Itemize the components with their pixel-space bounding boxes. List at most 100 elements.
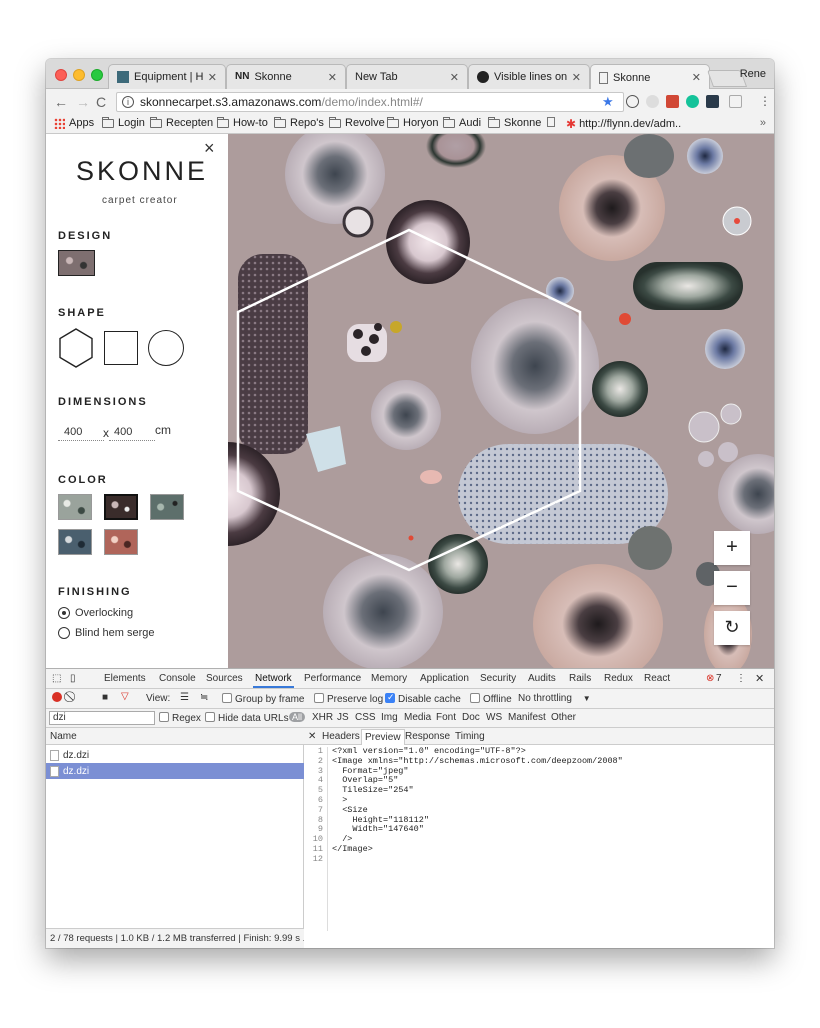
devtools-tab-memory[interactable]: Memory [371, 673, 407, 684]
zoom-window-button[interactable] [91, 69, 103, 81]
design-thumbnail[interactable] [58, 250, 95, 276]
bookmarks-overflow-icon[interactable]: » [760, 117, 766, 129]
reload-icon[interactable]: C [96, 94, 106, 110]
width-input[interactable]: 400 [64, 426, 82, 438]
cast-icon[interactable] [729, 95, 742, 108]
record-icon[interactable] [52, 692, 62, 702]
bookmark-skonne[interactable]: Skonne [488, 116, 541, 129]
tab-github[interactable]: Visible lines on Fir ✕ [468, 64, 590, 89]
devtools-tab-performance[interactable]: Performance [304, 673, 361, 684]
reset-view-button[interactable]: ↻ [714, 611, 750, 645]
info-icon[interactable]: i [122, 96, 134, 108]
devtools-tab-console[interactable]: Console [159, 673, 196, 684]
devtools-menu-icon[interactable]: ⋮ [736, 673, 746, 684]
type-manifest[interactable]: Manifest [508, 712, 546, 723]
request-row[interactable]: dz.dzi [46, 747, 304, 763]
regex-option[interactable]: Regex [159, 712, 201, 724]
color-swatch-terracotta[interactable] [104, 529, 138, 555]
devtools-tab-rails[interactable]: Rails [569, 673, 591, 684]
type-font[interactable]: Font [436, 712, 456, 723]
request-row-selected[interactable]: dz.dzi [46, 763, 304, 779]
detail-tab-headers[interactable]: Headers [322, 731, 360, 742]
type-css[interactable]: CSS [355, 712, 376, 723]
minimize-window-button[interactable] [73, 69, 85, 81]
color-swatch-blue[interactable] [58, 529, 92, 555]
overlocking-radio[interactable] [58, 607, 70, 619]
blind-hem-radio[interactable] [58, 627, 70, 639]
devtools-tab-react[interactable]: React [644, 673, 670, 684]
tab-skonne-active[interactable]: Skonne ✕ [590, 64, 710, 90]
address-bar[interactable]: i skonnecarpet.s3.amazonaws.com/demo/ind… [116, 92, 624, 112]
forward-arrow-icon[interactable]: → [76, 94, 90, 110]
bookmark-login[interactable]: Login [102, 116, 145, 129]
square-shape-option[interactable] [104, 331, 138, 365]
circle-shape-option[interactable] [148, 330, 184, 366]
tab-skonne-1[interactable]: NN Skonne ✕ [226, 64, 346, 89]
close-icon[interactable]: ✕ [572, 71, 581, 84]
waterfall-icon[interactable]: ≒ [200, 692, 208, 703]
error-icon[interactable]: ⊗ [706, 673, 714, 684]
close-detail-icon[interactable]: ✕ [308, 731, 316, 742]
bookmark-page[interactable] [547, 117, 555, 127]
devtools-tab-elements[interactable]: Elements [104, 673, 146, 684]
bookmark-horyon[interactable]: Horyon [387, 116, 438, 129]
type-other[interactable]: Other [551, 712, 576, 723]
bookmark-how-to[interactable]: How-to [217, 116, 268, 129]
device-toolbar-icon[interactable]: ▯ [70, 673, 76, 684]
hexagon-shape-option[interactable] [58, 328, 94, 368]
bookmark-apps[interactable]: Apps [54, 117, 94, 129]
bookmark-star-icon[interactable]: ★ [602, 94, 614, 110]
screenshot-camera-icon[interactable]: ■ [102, 692, 108, 703]
close-icon[interactable]: ✕ [328, 71, 337, 84]
close-icon[interactable]: ✕ [692, 71, 701, 84]
type-js[interactable]: JS [337, 712, 349, 723]
tab-equipment[interactable]: Equipment | Horyo ✕ [108, 64, 226, 89]
checkbox[interactable] [470, 693, 480, 703]
close-devtools-icon[interactable]: ✕ [755, 672, 764, 685]
menu-icon[interactable]: ⋮ [759, 94, 771, 108]
close-icon[interactable]: ✕ [450, 71, 459, 84]
filter-icon[interactable]: ▽ [121, 691, 129, 702]
detail-tab-timing[interactable]: Timing [455, 731, 485, 742]
devtools-tab-security[interactable]: Security [480, 673, 516, 684]
checkbox-checked[interactable] [385, 692, 395, 703]
overlocking-label[interactable]: Overlocking [75, 607, 133, 619]
color-swatch-dark-selected[interactable] [104, 494, 138, 520]
error-count[interactable]: 7 [716, 673, 722, 684]
type-img[interactable]: Img [381, 712, 398, 723]
extension-icon[interactable] [666, 95, 679, 108]
blind-hem-label[interactable]: Blind hem serge [75, 627, 155, 639]
checkbox[interactable] [222, 693, 232, 703]
offline-option[interactable]: Offline [470, 693, 512, 705]
type-all-pill[interactable]: All [289, 712, 306, 723]
bookmark-repos[interactable]: Repo's [274, 116, 324, 129]
checkbox[interactable] [205, 712, 215, 722]
throttling-select[interactable]: No throttling ▼ [518, 693, 591, 704]
color-swatch-grey[interactable] [58, 494, 92, 520]
zoom-out-button[interactable]: − [714, 571, 750, 605]
hide-data-urls-option[interactable]: Hide data URLs [205, 712, 289, 724]
devtools-tab-network[interactable]: Network [253, 673, 294, 688]
color-swatch-green[interactable] [150, 494, 184, 520]
carpet-preview-canvas[interactable]: + − ↻ [228, 134, 774, 668]
bookmark-recepten[interactable]: Recepten [150, 116, 213, 129]
inspect-element-icon[interactable]: ⬚ [52, 673, 61, 684]
extension-icon[interactable] [626, 95, 639, 108]
grammarly-icon[interactable] [686, 95, 699, 108]
preserve-log-option[interactable]: Preserve log [314, 693, 383, 705]
checkbox[interactable] [159, 712, 169, 722]
detail-tab-response[interactable]: Response [405, 731, 450, 742]
back-arrow-icon[interactable]: ← [54, 94, 68, 110]
devtools-tab-audits[interactable]: Audits [528, 673, 556, 684]
close-icon[interactable]: ✕ [208, 71, 217, 84]
devtools-tab-sources[interactable]: Sources [206, 673, 243, 684]
height-input[interactable]: 400 [114, 426, 132, 438]
name-column-header[interactable]: Name [46, 728, 304, 745]
type-xhr[interactable]: XHR [312, 712, 333, 723]
checkbox[interactable] [314, 693, 324, 703]
detail-tab-preview[interactable]: Preview [361, 729, 405, 745]
tab-new-tab[interactable]: New Tab ✕ [346, 64, 468, 89]
extension-icon[interactable] [646, 95, 659, 108]
bookmark-audi[interactable]: Audi [443, 116, 481, 129]
close-window-button[interactable] [55, 69, 67, 81]
